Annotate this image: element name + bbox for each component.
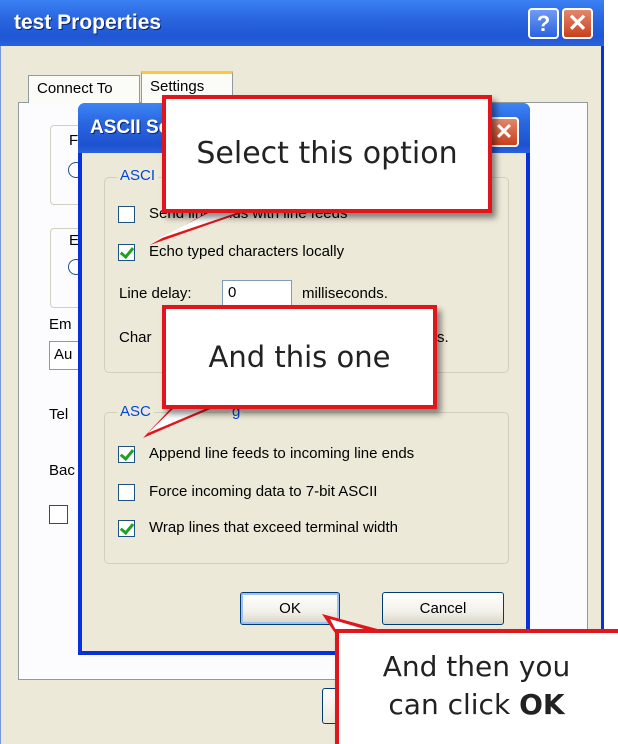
callout-click-ok-bold: OK (519, 688, 565, 721)
callout-pointer (150, 208, 256, 245)
callout-and-this-one-text: And this one (208, 340, 391, 374)
callout-click-ok (335, 629, 618, 744)
callout-click-ok-line2: can click OK (335, 688, 618, 721)
callout-click-ok-line1: And then you (382, 650, 571, 683)
callout-click-ok-prefix: can click (388, 688, 520, 721)
callout-select-option-text: Select this option (196, 136, 458, 171)
